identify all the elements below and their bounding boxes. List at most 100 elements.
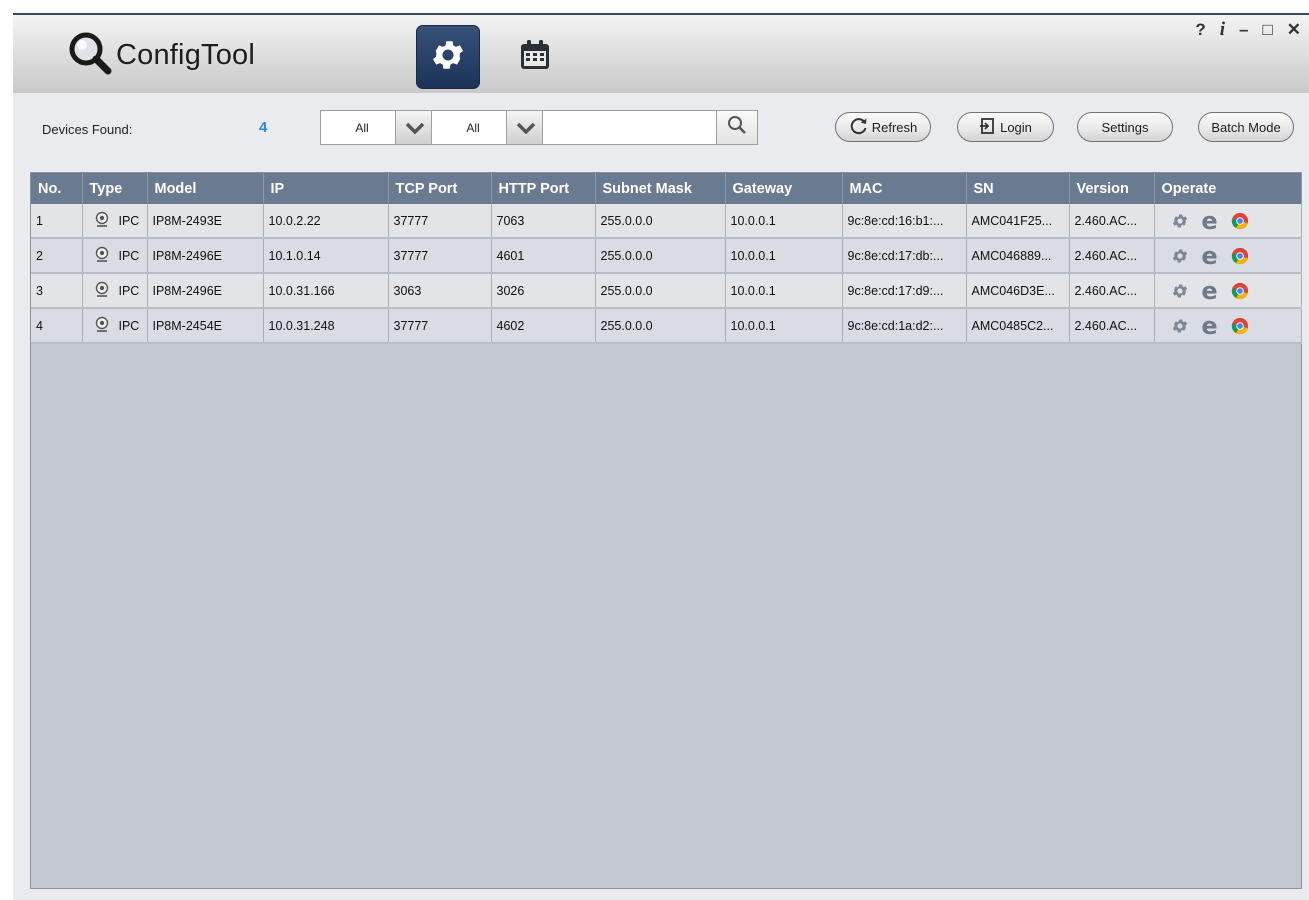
table-row[interactable]: 3 IPC IP8M-2496E 10.0.31.166 3063 3026 255.0.0… xyxy=(31,273,1302,309)
ip-camera-icon xyxy=(94,211,110,230)
login-button[interactable]: Login xyxy=(957,112,1054,142)
cell-mac: 9c:8e:cd:1a:d2:... xyxy=(842,308,967,344)
cell-gateway: 10.0.0.1 xyxy=(725,308,843,344)
settings-button[interactable]: Settings xyxy=(1077,112,1173,142)
cell-tcp-port: 3063 xyxy=(388,273,492,309)
close-button[interactable]: ✕ xyxy=(1287,21,1301,39)
column-header-mac[interactable]: MAC xyxy=(842,173,967,204)
help-button[interactable]: ? xyxy=(1195,21,1205,39)
app-title: ConfigTool xyxy=(116,38,256,71)
filter-select-2-value: All xyxy=(431,110,507,145)
toolbar: Devices Found: 4 All All Refresh Login S… xyxy=(13,93,1309,163)
table-header-row: No. Type Model IP TCP Port HTTP Port Sub… xyxy=(31,173,1302,204)
gear-icon[interactable] xyxy=(1170,211,1190,231)
filter-select-1-value: All xyxy=(320,110,396,145)
cell-operate: e xyxy=(1154,204,1302,239)
cell-model: IP8M-2496E xyxy=(147,238,264,274)
maximize-button[interactable]: □ xyxy=(1262,21,1272,39)
device-table-body: 1 IPC IP8M-2493E 10.0.2.22 37777 7063 255.0.0.… xyxy=(31,204,1302,344)
column-header-operate[interactable]: Operate xyxy=(1154,173,1302,204)
column-header-subnet-mask[interactable]: Subnet Mask xyxy=(595,173,726,204)
ie-browser-icon[interactable]: e xyxy=(1200,279,1220,303)
device-table: No. Type Model IP TCP Port HTTP Port Sub… xyxy=(31,173,1302,344)
app-window: ConfigTool ? i – □ ✕ Devices Found: 4 Al… xyxy=(13,13,1309,900)
table-row[interactable]: 4 IPC IP8M-2454E 10.0.31.248 37777 4602 255.0.… xyxy=(31,308,1302,344)
cell-tcp-port: 37777 xyxy=(388,308,492,344)
cell-model: IP8M-2454E xyxy=(147,308,264,344)
column-header-version[interactable]: Version xyxy=(1069,173,1155,204)
chevron-down-icon[interactable] xyxy=(507,110,546,145)
window-controls: ? i – □ ✕ xyxy=(1195,20,1301,39)
column-header-tcp-port[interactable]: TCP Port xyxy=(388,173,492,204)
cell-no: 2 xyxy=(31,238,83,274)
column-header-http-port[interactable]: HTTP Port xyxy=(491,173,596,204)
cell-ip: 10.0.2.22 xyxy=(263,204,389,239)
info-button[interactable]: i xyxy=(1220,20,1225,39)
device-type-label: IPC xyxy=(118,248,140,263)
search-button[interactable] xyxy=(716,110,758,145)
gear-icon[interactable] xyxy=(1170,281,1190,301)
batch-mode-button[interactable]: Batch Mode xyxy=(1198,112,1294,142)
device-config-mode-button[interactable] xyxy=(416,25,480,89)
cell-subnet-mask: 255.0.0.0 xyxy=(595,273,726,309)
device-table-panel: No. Type Model IP TCP Port HTTP Port Sub… xyxy=(30,172,1302,889)
column-header-model[interactable]: Model xyxy=(147,173,264,204)
cell-operate: e xyxy=(1154,273,1302,309)
cell-no: 4 xyxy=(31,308,83,344)
cell-version: 2.460.AC... xyxy=(1069,238,1155,274)
ip-camera-icon xyxy=(94,246,110,265)
magnifier-logo-icon xyxy=(68,31,112,80)
chrome-browser-icon[interactable] xyxy=(1230,211,1250,231)
cell-type: IPC xyxy=(82,273,148,309)
device-type-label: IPC xyxy=(118,213,140,228)
cell-subnet-mask: 255.0.0.0 xyxy=(595,308,726,344)
login-label: Login xyxy=(1000,119,1032,135)
cell-version: 2.460.AC... xyxy=(1069,204,1155,239)
cell-sn: AMC041F25... xyxy=(966,204,1070,239)
cell-http-port: 4602 xyxy=(491,308,596,344)
filter-select-1[interactable]: All xyxy=(320,110,435,145)
chrome-browser-icon[interactable] xyxy=(1230,316,1250,336)
refresh-label: Refresh xyxy=(871,119,918,135)
cell-gateway: 10.0.0.1 xyxy=(725,204,843,239)
cell-type: IPC xyxy=(82,308,148,344)
schedule-mode-button[interactable] xyxy=(503,25,567,89)
gear-icon[interactable] xyxy=(1170,246,1190,266)
cell-tcp-port: 37777 xyxy=(388,238,492,274)
ip-camera-icon xyxy=(94,316,110,335)
table-row[interactable]: 2 IPC IP8M-2496E 10.1.0.14 37777 4601 255.0.0.… xyxy=(31,238,1302,274)
column-header-ip[interactable]: IP xyxy=(263,173,389,204)
cell-ip: 10.0.31.248 xyxy=(263,308,389,344)
column-header-no[interactable]: No. xyxy=(31,173,83,204)
cell-version: 2.460.AC... xyxy=(1069,273,1155,309)
column-header-sn[interactable]: SN xyxy=(966,173,1070,204)
minimize-button[interactable]: – xyxy=(1239,21,1248,39)
search-box xyxy=(542,110,758,145)
device-type-label: IPC xyxy=(118,318,140,333)
chrome-browser-icon[interactable] xyxy=(1230,281,1250,301)
chevron-down-icon[interactable] xyxy=(396,110,435,145)
cell-no: 1 xyxy=(31,204,83,239)
gear-icon[interactable] xyxy=(1170,316,1190,336)
settings-label: Settings xyxy=(1101,119,1149,135)
cell-gateway: 10.0.0.1 xyxy=(725,273,843,309)
refresh-button[interactable]: Refresh xyxy=(835,112,931,142)
cell-ip: 10.1.0.14 xyxy=(263,238,389,274)
table-row[interactable]: 1 IPC IP8M-2493E 10.0.2.22 37777 7063 255.0.0.… xyxy=(31,204,1302,239)
column-header-type[interactable]: Type xyxy=(82,173,148,204)
cell-http-port: 4601 xyxy=(491,238,596,274)
ip-camera-icon xyxy=(94,281,110,300)
cell-subnet-mask: 255.0.0.0 xyxy=(595,238,726,274)
gear-icon xyxy=(429,36,467,79)
chrome-browser-icon[interactable] xyxy=(1230,246,1250,266)
ie-browser-icon[interactable]: e xyxy=(1200,314,1220,338)
column-header-gateway[interactable]: Gateway xyxy=(725,173,843,204)
filter-select-2[interactable]: All xyxy=(431,110,546,145)
cell-http-port: 7063 xyxy=(491,204,596,239)
ie-browser-icon[interactable]: e xyxy=(1200,244,1220,268)
cell-version: 2.460.AC... xyxy=(1069,308,1155,344)
search-input[interactable] xyxy=(542,110,716,145)
batch-mode-label: Batch Mode xyxy=(1211,119,1281,135)
ie-browser-icon[interactable]: e xyxy=(1200,209,1220,233)
cell-ip: 10.0.31.166 xyxy=(263,273,389,309)
